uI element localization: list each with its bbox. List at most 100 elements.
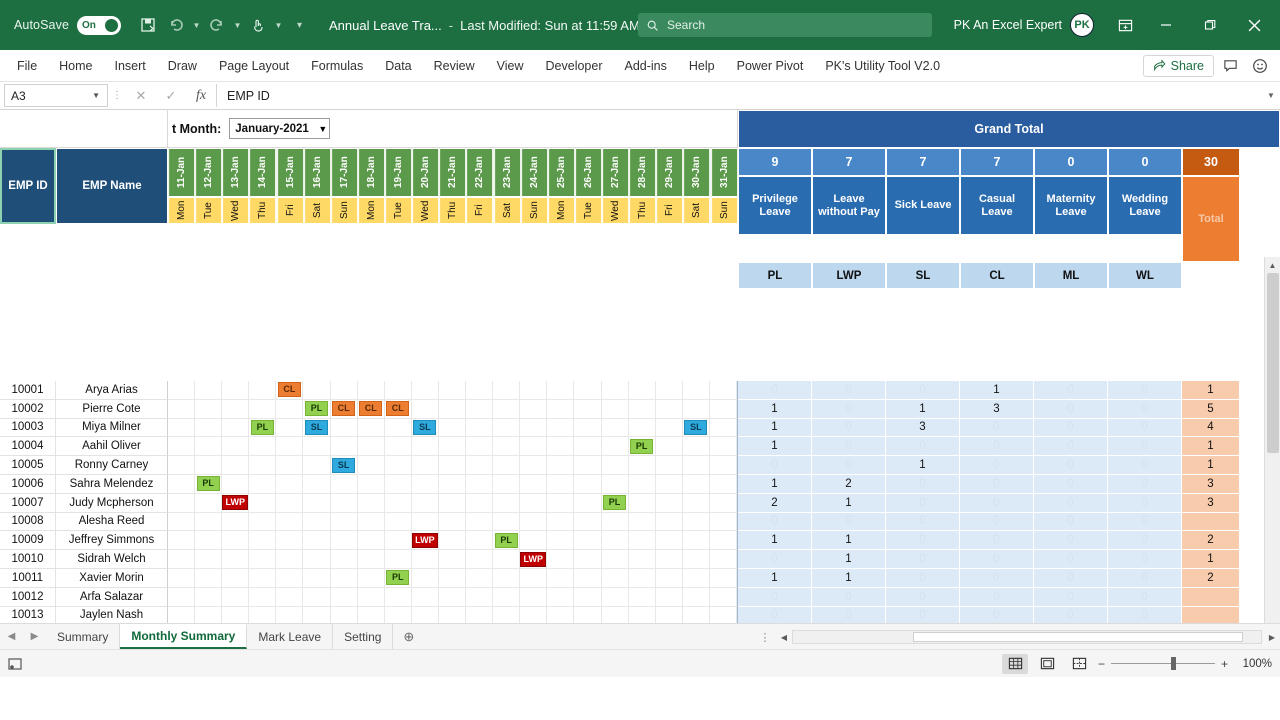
day-header-cell[interactable]: Sun (710, 197, 738, 224)
row-total-cell[interactable]: 1 (1182, 381, 1240, 400)
leave-day-cell[interactable] (249, 474, 277, 494)
ribbon-tab-insert[interactable]: Insert (104, 55, 157, 77)
leave-day-cell[interactable] (411, 606, 439, 623)
date-header-cell[interactable]: 12-Jan (195, 148, 223, 197)
leave-day-cell[interactable] (411, 399, 439, 419)
table-row[interactable]: 10010 Sidrah Welch LWP 0 1 0 0 0 0 1 (0, 550, 1243, 569)
day-header-cell[interactable]: Sat (493, 197, 521, 224)
leave-day-cell[interactable] (574, 418, 602, 438)
leave-count-cell[interactable]: 1 (738, 437, 812, 457)
ribbon-display-options-icon[interactable] (1106, 9, 1144, 41)
row-total-cell[interactable]: 1 (1182, 456, 1240, 475)
summary-abbr-cell[interactable]: CL (960, 262, 1034, 289)
leave-day-cell[interactable] (168, 418, 196, 438)
leave-day-cell[interactable] (601, 568, 629, 588)
leave-day-cell[interactable] (357, 418, 385, 438)
leave-day-cell[interactable] (709, 493, 737, 513)
leave-day-cell[interactable] (493, 456, 521, 475)
summary-total-cell[interactable]: 7 (812, 148, 886, 176)
vertical-scroll-thumb[interactable] (1267, 273, 1279, 453)
leave-count-cell[interactable]: 3 (886, 418, 960, 438)
leave-count-cell[interactable]: 0 (960, 456, 1034, 475)
leave-day-cell[interactable] (628, 474, 656, 494)
leave-count-cell[interactable]: 0 (1034, 587, 1108, 607)
leave-day-cell[interactable] (222, 587, 250, 607)
leave-marker[interactable]: PL (603, 495, 627, 511)
summary-abbr-cell[interactable]: SL (886, 262, 960, 289)
table-row[interactable]: 10005 Ronny Carney SL 0 0 1 0 0 0 1 (0, 456, 1243, 475)
leave-day-cell[interactable] (276, 456, 304, 475)
leave-day-cell[interactable] (411, 587, 439, 607)
leave-day-cell[interactable] (195, 418, 223, 438)
leave-day-cell[interactable] (249, 587, 277, 607)
customize-qat-caret[interactable]: ▾ (294, 20, 305, 31)
emp-name-cell[interactable]: Arfa Salazar (56, 587, 168, 607)
emp-name-cell[interactable]: Judy Mcpherson (56, 493, 168, 513)
date-header-cell[interactable]: 24-Jan (520, 148, 548, 197)
leave-day-cell[interactable] (249, 437, 277, 457)
leave-day-cell[interactable] (493, 587, 521, 607)
leave-day-cell[interactable] (411, 550, 439, 569)
summary-total-cell[interactable]: 7 (960, 148, 1034, 176)
leave-day-cell[interactable] (709, 456, 737, 475)
leave-count-cell[interactable]: 0 (1108, 437, 1182, 457)
table-row[interactable]: 10009 Jeffrey Simmons LWP PL 1 1 0 0 0 0 2 (0, 531, 1243, 551)
leave-day-cell[interactable] (384, 493, 412, 513)
leave-day-cell[interactable] (628, 418, 656, 438)
leave-count-cell[interactable]: 0 (960, 550, 1034, 569)
leave-count-cell[interactable]: 1 (812, 531, 886, 551)
row-total-cell[interactable]: 0 (1182, 512, 1240, 532)
leave-count-cell[interactable]: 0 (812, 418, 886, 438)
leave-count-cell[interactable]: 0 (960, 418, 1034, 438)
leave-count-cell[interactable]: 0 (1108, 587, 1182, 607)
leave-day-cell[interactable]: PL (384, 568, 412, 588)
leave-day-cell[interactable] (384, 606, 412, 623)
leave-day-cell[interactable] (384, 474, 412, 494)
leave-count-cell[interactable]: 0 (812, 381, 886, 400)
date-header-cell[interactable]: 14-Jan (249, 148, 277, 197)
leave-day-cell[interactable] (655, 587, 683, 607)
leave-count-cell[interactable]: 0 (738, 550, 812, 569)
leave-day-cell[interactable] (357, 606, 385, 623)
leave-day-cell[interactable] (574, 550, 602, 569)
row-total-cell[interactable]: 3 (1182, 493, 1240, 513)
date-header-cell[interactable]: 18-Jan (357, 148, 385, 197)
leave-day-cell[interactable] (493, 418, 521, 438)
row-total-cell[interactable]: 0 (1182, 606, 1240, 623)
search-input[interactable]: Search (638, 13, 932, 37)
emp-name-cell[interactable]: Ronny Carney (56, 456, 168, 475)
horizontal-scroll-thumb[interactable] (913, 632, 1243, 642)
leave-day-cell[interactable] (438, 512, 467, 532)
leave-day-cell[interactable] (330, 606, 358, 623)
emp-name-cell[interactable]: Miya Milner (56, 418, 168, 438)
leave-day-cell[interactable] (655, 493, 683, 513)
leave-count-cell[interactable]: 0 (1034, 399, 1108, 419)
leave-day-cell[interactable] (276, 474, 304, 494)
leave-day-cell[interactable] (438, 550, 467, 569)
emp-id-cell[interactable]: 10005 (0, 456, 56, 475)
leave-day-cell[interactable] (682, 493, 710, 513)
leave-count-cell[interactable]: 0 (738, 512, 812, 532)
leave-day-cell[interactable] (709, 474, 737, 494)
leave-day-cell[interactable] (384, 531, 412, 551)
leave-day-cell[interactable] (222, 418, 250, 438)
leave-count-cell[interactable]: 0 (1034, 531, 1108, 551)
sheet-tab-mark-leave[interactable]: Mark Leave (247, 624, 334, 649)
row-total-cell[interactable]: 0 (1182, 587, 1240, 607)
leave-day-cell[interactable] (628, 568, 656, 588)
leave-day-cell[interactable] (168, 568, 196, 588)
leave-count-cell[interactable]: 0 (1034, 437, 1108, 457)
leave-day-cell[interactable] (411, 437, 439, 457)
leave-day-cell[interactable] (303, 493, 331, 513)
leave-day-cell[interactable] (168, 550, 196, 569)
leave-count-cell[interactable]: 0 (1108, 606, 1182, 623)
emp-id-cell[interactable]: 10006 (0, 474, 56, 494)
emp-name-cell[interactable]: Pierre Cote (56, 399, 168, 419)
leave-day-cell[interactable] (384, 418, 412, 438)
day-header-cell[interactable]: Thu (249, 197, 277, 224)
leave-count-cell[interactable]: 0 (1034, 512, 1108, 532)
leave-day-cell[interactable] (303, 437, 331, 457)
ribbon-tab-review[interactable]: Review (423, 55, 486, 77)
leave-day-cell[interactable] (249, 512, 277, 532)
leave-day-cell[interactable] (466, 399, 494, 419)
